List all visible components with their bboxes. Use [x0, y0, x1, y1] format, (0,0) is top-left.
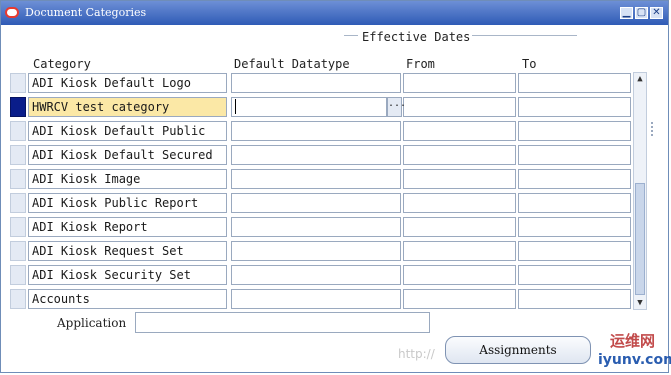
row-selector[interactable] — [10, 241, 26, 261]
from-date-cell[interactable] — [403, 121, 516, 141]
category-cell[interactable]: ADI Kiosk Request Set — [28, 241, 227, 261]
section-title-effective-dates: Effective Dates — [362, 30, 471, 44]
oracle-app-icon — [5, 7, 19, 18]
maximize-button[interactable]: ▢ — [635, 7, 648, 19]
table-scrollbar[interactable]: ▲ ▼ — [633, 72, 647, 310]
to-date-cell[interactable] — [518, 217, 631, 237]
datatype-cell[interactable] — [231, 217, 401, 237]
assignments-button[interactable]: Assignments — [445, 336, 591, 364]
scroll-down-arrow-icon[interactable]: ▼ — [634, 297, 646, 309]
category-cell[interactable]: ADI Kiosk Image — [28, 169, 227, 189]
category-cell[interactable]: ADI Kiosk Security Set — [28, 265, 227, 285]
from-date-cell[interactable] — [403, 193, 516, 213]
column-header-to: To — [522, 57, 537, 71]
from-date-cell[interactable] — [403, 217, 516, 237]
to-date-cell[interactable] — [518, 73, 631, 93]
category-cell[interactable]: ADI Kiosk Default Logo — [28, 73, 227, 93]
minimize-button[interactable]: ▁ — [620, 7, 633, 19]
text-cursor — [235, 99, 236, 114]
window-title: Document Categories — [25, 6, 147, 19]
row-selector[interactable] — [10, 73, 26, 93]
to-date-cell[interactable] — [518, 265, 631, 285]
category-cell[interactable]: Accounts — [28, 289, 227, 309]
category-cell[interactable]: HWRCV test category — [28, 97, 227, 117]
row-selector[interactable] — [10, 193, 26, 213]
watermark-logo-cn: 运维网 — [610, 332, 656, 350]
category-cell[interactable]: ADI Kiosk Report — [28, 217, 227, 237]
to-date-cell[interactable] — [518, 97, 631, 117]
datatype-cell[interactable] — [231, 97, 387, 117]
watermark-logo: 运维网 iyunv.com — [598, 330, 671, 372]
datatype-cell[interactable] — [231, 121, 401, 141]
to-date-cell[interactable] — [518, 289, 631, 309]
scroll-up-arrow-icon[interactable]: ▲ — [634, 73, 646, 85]
row-selector[interactable] — [10, 289, 26, 309]
section-divider-right — [472, 35, 577, 36]
from-date-cell[interactable] — [403, 289, 516, 309]
column-header-datatype: Default Datatype — [234, 57, 350, 71]
to-date-cell[interactable] — [518, 145, 631, 165]
close-button[interactable]: ✕ — [650, 7, 663, 19]
application-label: Application — [57, 316, 127, 330]
column-header-from: From — [406, 57, 435, 71]
row-selector[interactable] — [10, 169, 26, 189]
datatype-cell[interactable] — [231, 145, 401, 165]
category-cell[interactable]: ADI Kiosk Default Secured — [28, 145, 227, 165]
from-date-cell[interactable] — [403, 73, 516, 93]
from-date-cell[interactable] — [403, 169, 516, 189]
to-date-cell[interactable] — [518, 241, 631, 261]
row-selector[interactable] — [10, 217, 26, 237]
datatype-lov-button[interactable]: ... — [387, 97, 406, 117]
to-date-cell[interactable] — [518, 169, 631, 189]
row-selector[interactable] — [10, 121, 26, 141]
from-date-cell[interactable] — [403, 145, 516, 165]
datatype-cell[interactable] — [231, 289, 401, 309]
datatype-cell[interactable] — [231, 241, 401, 261]
watermark-logo-en: iyunv.com — [598, 352, 671, 368]
category-cell[interactable]: ADI Kiosk Default Public — [28, 121, 227, 141]
row-selector[interactable] — [10, 265, 26, 285]
row-selector[interactable] — [10, 145, 26, 165]
resize-grip-icon[interactable] — [648, 120, 656, 144]
datatype-cell[interactable] — [231, 169, 401, 189]
watermark-url: http:// — [398, 347, 435, 361]
section-divider-left — [344, 35, 358, 36]
title-bar[interactable]: Document Categories ▁ ▢ ✕ — [1, 1, 668, 25]
row-selector[interactable] — [10, 97, 26, 117]
scrollbar-thumb[interactable] — [635, 183, 645, 295]
category-cell[interactable]: ADI Kiosk Public Report — [28, 193, 227, 213]
datatype-cell[interactable] — [231, 73, 401, 93]
datatype-cell[interactable] — [231, 265, 401, 285]
to-date-cell[interactable] — [518, 121, 631, 141]
to-date-cell[interactable] — [518, 193, 631, 213]
from-date-cell[interactable] — [403, 97, 516, 117]
from-date-cell[interactable] — [403, 265, 516, 285]
application-field[interactable] — [135, 312, 430, 333]
datatype-cell[interactable] — [231, 193, 401, 213]
from-date-cell[interactable] — [403, 241, 516, 261]
column-header-category: Category — [33, 57, 91, 71]
